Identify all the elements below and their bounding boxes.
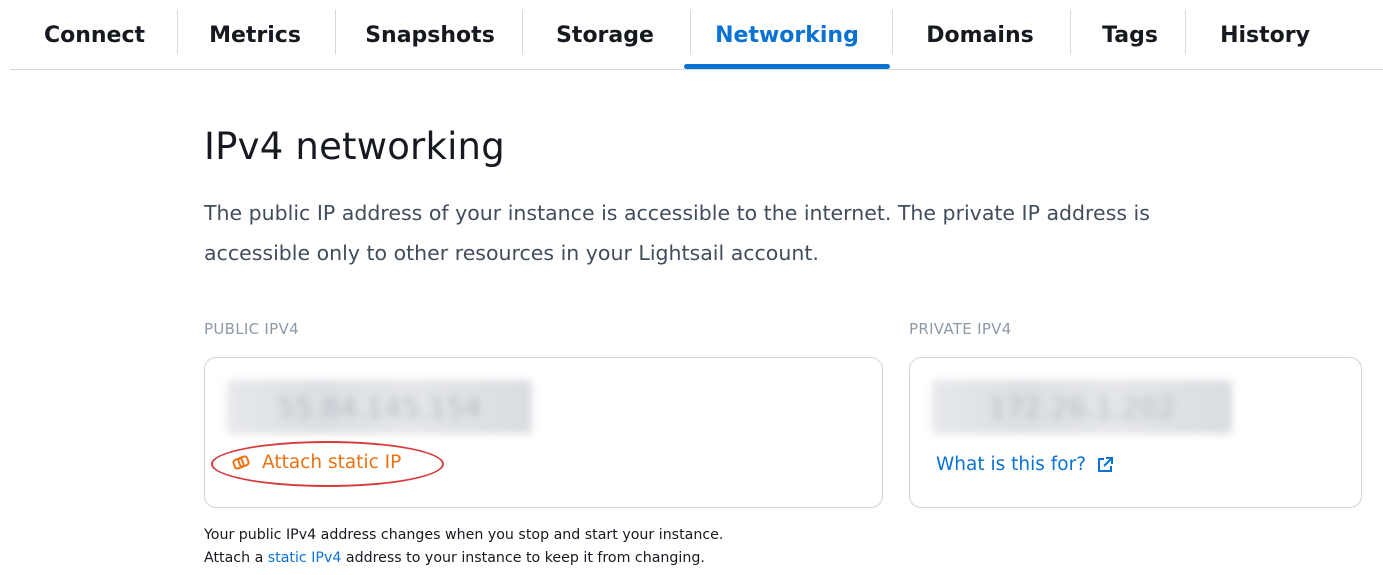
tab-label: Domains (926, 22, 1034, 48)
private-ipv4-label: PRIVATE IPV4 (909, 320, 1012, 338)
attach-static-ip-link[interactable]: Attach static IP (232, 452, 401, 473)
section-description: The public IP address of your instance i… (204, 201, 1150, 265)
tab-label: Snapshots (365, 22, 495, 48)
private-ip-address-redacted: 172.26.1.202 (932, 380, 1232, 434)
static-ipv4-link[interactable]: static IPv4 (268, 550, 342, 566)
tab-label: Storage (556, 22, 654, 48)
tab-storage[interactable]: Storage (540, 0, 670, 70)
private-ipv4-card: 172.26.1.202 (909, 357, 1362, 508)
tab-networking[interactable]: Networking (684, 0, 890, 70)
tab-label: Tags (1102, 22, 1158, 48)
what-is-this-for-label: What is this for? (936, 454, 1087, 475)
what-is-this-for-link[interactable]: What is this for? (936, 454, 1114, 475)
attach-static-ip-label: Attach static IP (262, 452, 402, 473)
tab-label: Networking (715, 22, 859, 48)
help-prefix: Attach a (204, 550, 268, 566)
external-link-icon (1098, 456, 1114, 472)
active-tab-indicator (684, 64, 890, 69)
public-ip-help-text: Your public IPv4 address changes when yo… (204, 524, 964, 570)
tab-label: Connect (43, 22, 146, 48)
public-ipv4-card: 55.84.145.154 (204, 357, 883, 508)
help-line-2: Attach a static IPv4 address to your ins… (204, 547, 964, 570)
tab-divider (892, 10, 893, 54)
help-line-1: Your public IPv4 address changes when yo… (204, 527, 724, 543)
tab-divider (177, 10, 178, 54)
tab-divider (1070, 10, 1071, 54)
page-title: IPv4 networking (204, 125, 505, 168)
help-suffix: address to your instance to keep it from… (341, 550, 705, 566)
tab-divider (335, 10, 336, 54)
tab-divider (522, 10, 523, 54)
tab-connect[interactable]: Connect (37, 0, 152, 70)
tab-snapshots[interactable]: Snapshots (355, 0, 505, 70)
chain-link-icon (232, 454, 250, 470)
tab-label: History (1220, 22, 1310, 48)
tab-metrics[interactable]: Metrics (200, 0, 310, 70)
tab-label: Metrics (209, 22, 301, 48)
public-ip-address-redacted: 55.84.145.154 (227, 380, 532, 434)
public-ipv4-label: PUBLIC IPV4 (204, 320, 299, 338)
tab-domains[interactable]: Domains (910, 0, 1050, 70)
tab-history[interactable]: History (1200, 0, 1330, 70)
tab-divider (1185, 10, 1186, 54)
tab-tags[interactable]: Tags (1080, 0, 1180, 70)
tab-bar: Connect Metrics Snapshots Storage Networ… (10, 0, 1383, 70)
